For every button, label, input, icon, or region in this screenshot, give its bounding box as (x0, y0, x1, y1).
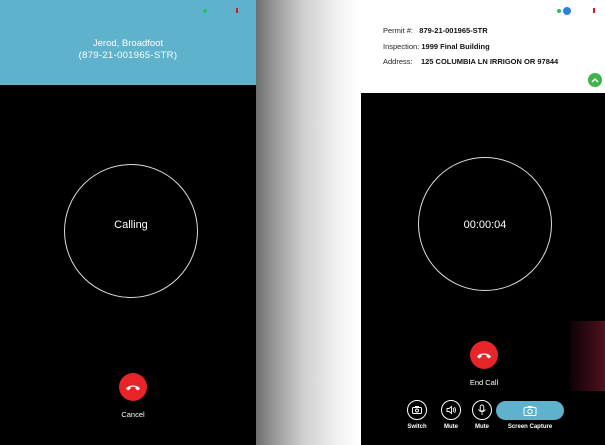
inspection-value: 1999 Final Building (421, 42, 490, 51)
speaker-icon (446, 405, 456, 415)
in-call-screen: Permit #: 879-21-001965-STR Inspection: … (361, 0, 605, 445)
end-call-button[interactable] (470, 341, 498, 369)
call-timer: 00:00:04 (463, 219, 507, 231)
phone-end-icon (477, 353, 491, 359)
call-status-ring (64, 164, 198, 298)
switch-label: Switch (407, 424, 427, 430)
battery-indicator-icon (593, 8, 595, 13)
inspection-row: Inspection: 1999 Final Building (383, 42, 490, 51)
permit-value: 879-21-001965-STR (419, 26, 488, 35)
camera-preview (570, 321, 605, 391)
cancel-label: Cancel (121, 410, 145, 419)
mute-mic-button[interactable] (472, 400, 492, 420)
permit-info-panel: Permit #: 879-21-001965-STR Inspection: … (361, 0, 605, 93)
call-status-text: Calling (114, 219, 148, 231)
inspection-label: Inspection: (383, 42, 420, 51)
cancel-call-button[interactable] (119, 373, 147, 401)
calling-screen: Jerod, Broadfoot (879-21-001965-STR) Cal… (0, 0, 256, 445)
mute-mic-label: Mute (475, 424, 489, 430)
battery-indicator-icon (236, 8, 238, 13)
end-call-label: End Call (469, 378, 499, 387)
mute-speaker-label: Mute (444, 424, 458, 430)
caller-name: Jerod, Broadfoot (92, 38, 164, 49)
status-indicator-icon (203, 9, 207, 13)
camera-icon (523, 406, 537, 416)
status-indicator-icon (557, 9, 561, 13)
address-row: Address: 125 COLUMBIA LN IRRIGON OR 9784… (383, 57, 558, 66)
screen-capture-label: Screen Capture (507, 424, 553, 430)
permit-label: Permit #: (383, 26, 414, 35)
address-label: Address: (383, 57, 413, 66)
caller-header: Jerod, Broadfoot (879-21-001965-STR) (0, 0, 256, 85)
address-value: 125 COLUMBIA LN IRRIGON OR 97844 (420, 57, 559, 66)
switch-camera-button[interactable] (407, 400, 427, 420)
mute-speaker-button[interactable] (441, 400, 461, 420)
collapse-info-button[interactable] (588, 73, 602, 87)
microphone-icon (478, 404, 486, 415)
screen-divider (256, 0, 361, 445)
permit-row: Permit #: 879-21-001965-STR (383, 26, 488, 35)
switch-camera-icon (412, 406, 422, 414)
location-icon (563, 7, 571, 15)
screen-capture-button[interactable] (496, 401, 564, 420)
chevron-up-icon (591, 77, 599, 83)
phone-end-icon (126, 385, 140, 391)
caller-permit-id: (879-21-001965-STR) (78, 50, 178, 61)
